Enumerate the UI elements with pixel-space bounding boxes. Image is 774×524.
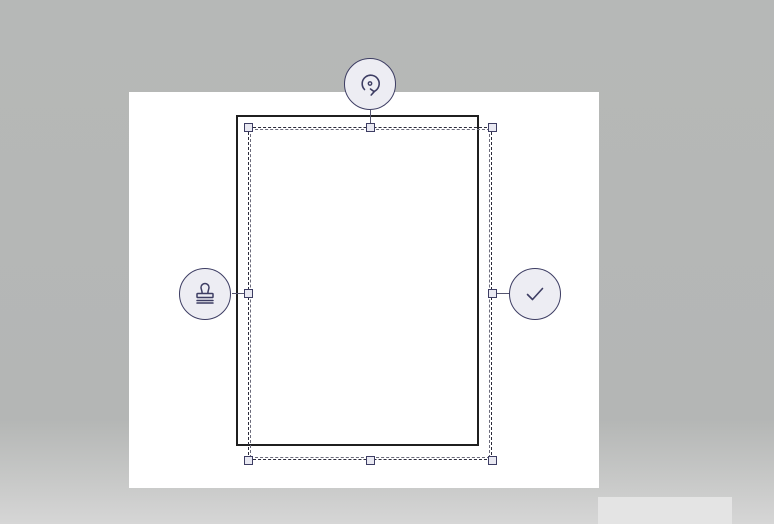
- resize-handle-bottom-left[interactable]: [244, 456, 253, 465]
- resize-handle-bottom-right[interactable]: [488, 456, 497, 465]
- stamp-button[interactable]: [179, 268, 231, 320]
- resize-handle-top-left[interactable]: [244, 123, 253, 132]
- resize-handle-middle-left[interactable]: [244, 289, 253, 298]
- resize-handle-top-center[interactable]: [366, 123, 375, 132]
- resize-handle-top-right[interactable]: [488, 123, 497, 132]
- rotate-icon: [355, 69, 385, 99]
- resize-handle-bottom-center[interactable]: [366, 456, 375, 465]
- selection-box[interactable]: [248, 127, 492, 460]
- stamp-icon: [190, 279, 220, 309]
- confirm-button[interactable]: [509, 268, 561, 320]
- checkmark-icon: [520, 279, 550, 309]
- rotate-button[interactable]: [344, 58, 396, 110]
- bottom-strip: [598, 497, 732, 524]
- resize-handle-middle-right[interactable]: [488, 289, 497, 298]
